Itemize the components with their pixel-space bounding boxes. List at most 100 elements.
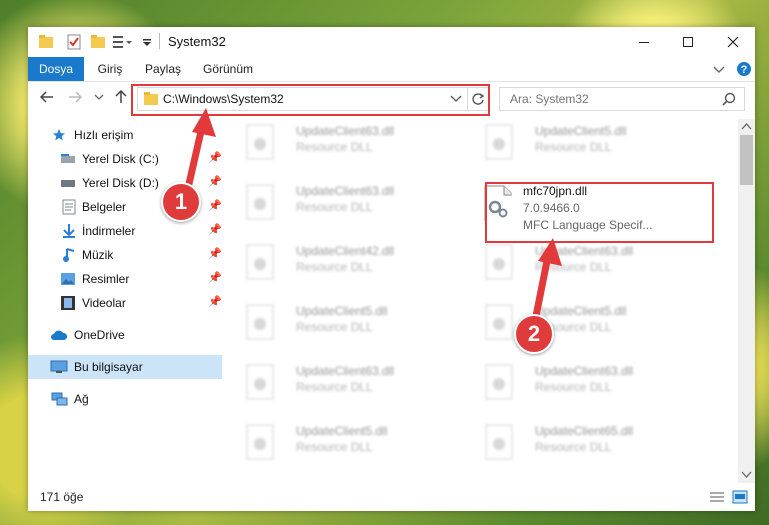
- up-arrow-icon: [115, 89, 127, 103]
- list-item[interactable]: UpdateClient5.dll Resource DLL: [467, 119, 697, 173]
- file-description: Resource DLL: [535, 380, 612, 394]
- list-item[interactable]: UpdateClient63.dll Resource DLL: [467, 359, 697, 413]
- status-bar: 171 öğe: [28, 485, 755, 511]
- file-name: UpdateClient5.dll: [535, 124, 627, 138]
- step-1-badge: 1: [161, 182, 201, 222]
- ribbon-tabs: Dosya Giriş Paylaş Görünüm ?: [28, 57, 755, 82]
- scroll-up-icon[interactable]: [741, 122, 752, 130]
- svg-text:?: ?: [741, 64, 748, 76]
- dll-file-icon: [485, 364, 513, 400]
- tab-view[interactable]: Görünüm: [196, 57, 260, 81]
- dll-file-icon: [485, 424, 513, 460]
- minimize-button[interactable]: [622, 27, 666, 57]
- list-item[interactable]: UpdateClient5.dll Resource DLL: [467, 299, 697, 353]
- details-view-icon[interactable]: [709, 491, 725, 504]
- list-item[interactable]: UpdateClient63.dll Resource DLL: [228, 119, 458, 173]
- sidebar-item-pictures[interactable]: Resimler 📌: [28, 267, 222, 291]
- sidebar-label: OneDrive: [74, 328, 125, 342]
- sidebar-label: Hızlı erişim: [74, 128, 134, 142]
- properties-icon[interactable]: [66, 34, 82, 50]
- recent-locations-button[interactable]: [94, 90, 104, 108]
- back-button[interactable]: [39, 90, 54, 108]
- tiles-view-icon[interactable]: [732, 490, 748, 504]
- dropdown-arrow-icon[interactable]: [142, 34, 152, 50]
- tab-file[interactable]: Dosya: [28, 57, 84, 81]
- forward-button[interactable]: [68, 90, 83, 108]
- list-item[interactable]: UpdateClient63.dll Resource DLL: [228, 359, 458, 413]
- sidebar-label: Müzik: [82, 248, 114, 262]
- file-description: Resource DLL: [296, 200, 373, 214]
- up-button[interactable]: [114, 89, 128, 108]
- list-item[interactable]: UpdateClient65.dll Resource DLL: [467, 419, 697, 473]
- file-name: UpdateClient63.dll: [296, 364, 395, 378]
- file-name: UpdateClient63.dll: [296, 124, 395, 138]
- sidebar-label: Yerel Disk (D:): [82, 176, 159, 190]
- window-title: System32: [168, 34, 226, 49]
- drive-icon: [61, 154, 75, 163]
- maximize-button[interactable]: [666, 27, 710, 57]
- search-box[interactable]: [499, 87, 745, 111]
- file-name: UpdateClient42.dll: [296, 244, 395, 258]
- sidebar-item-onedrive[interactable]: OneDrive: [28, 323, 222, 347]
- folder-icon[interactable]: [38, 34, 54, 50]
- dll-file-icon: [246, 184, 274, 220]
- tab-share[interactable]: Paylaş: [140, 57, 186, 81]
- dll-file-icon: [485, 124, 513, 160]
- list-item[interactable]: UpdateClient5.dll Resource DLL: [228, 299, 458, 353]
- file-name: UpdateClient65.dll: [535, 424, 634, 438]
- close-icon: [727, 36, 739, 48]
- downloads-icon: [63, 224, 75, 238]
- sidebar-item-network[interactable]: Ağ: [28, 387, 222, 411]
- help-icon[interactable]: ?: [736, 61, 752, 77]
- list-item[interactable]: UpdateClient63.dll Resource DLL: [467, 239, 697, 293]
- file-description: Resource DLL: [296, 380, 373, 394]
- sidebar-label: Belgeler: [82, 200, 127, 214]
- sidebar-label: Yerel Disk (C:): [82, 152, 159, 166]
- file-description: Resource DLL: [296, 260, 373, 274]
- network-icon: [51, 392, 68, 406]
- file-name: UpdateClient63.dll: [296, 184, 395, 198]
- pin-icon[interactable]: 📌: [208, 247, 222, 260]
- new-folder-icon[interactable]: [90, 34, 106, 50]
- chevron-down-icon: [94, 94, 104, 100]
- vertical-scrollbar[interactable]: [738, 119, 755, 483]
- list-item[interactable]: UpdateClient5.dll Resource DLL: [228, 419, 458, 473]
- list-item[interactable]: UpdateClient63.dll Resource DLL: [228, 179, 458, 233]
- computer-icon: [50, 360, 68, 373]
- search-icon[interactable]: [722, 92, 736, 106]
- title-separator: [159, 33, 160, 49]
- scrollbar-thumb[interactable]: [740, 135, 753, 185]
- pin-icon[interactable]: 📌: [208, 295, 222, 308]
- search-input[interactable]: [508, 91, 712, 107]
- dll-file-icon: [485, 244, 513, 280]
- sidebar-label: Resimler: [82, 272, 130, 286]
- close-button[interactable]: [711, 27, 755, 57]
- file-name: UpdateClient5.dll: [296, 304, 388, 318]
- sidebar-label: İndirmeler: [82, 224, 136, 238]
- star-icon: [53, 129, 65, 141]
- maximize-icon: [683, 37, 693, 47]
- file-description: Resource DLL: [296, 320, 373, 334]
- scroll-down-icon[interactable]: [741, 471, 752, 479]
- sidebar-item-downloads[interactable]: İndirmeler 📌: [28, 219, 222, 243]
- file-highlight: [485, 182, 714, 243]
- file-description: Resource DLL: [296, 440, 373, 454]
- drive-icon: [61, 180, 75, 187]
- expand-ribbon-icon[interactable]: [713, 64, 725, 74]
- title-bar: System32: [28, 27, 755, 57]
- pin-icon[interactable]: 📌: [208, 223, 222, 236]
- forward-arrow-icon: [69, 91, 83, 103]
- sidebar-item-this-pc[interactable]: Bu bilgisayar: [28, 355, 222, 379]
- cloud-icon: [51, 330, 68, 340]
- customize-toolbar-icon[interactable]: [112, 34, 132, 50]
- item-count: 171 öğe: [40, 490, 84, 504]
- list-item[interactable]: UpdateClient42.dll Resource DLL: [228, 239, 458, 293]
- file-list: UpdateClient63.dll Resource DLL UpdateCl…: [228, 119, 737, 483]
- tab-home[interactable]: Giriş: [90, 57, 130, 81]
- sidebar-item-music[interactable]: Müzik 📌: [28, 243, 222, 267]
- dll-file-icon: [246, 124, 274, 160]
- documents-icon: [62, 199, 76, 215]
- pin-icon[interactable]: 📌: [208, 271, 222, 284]
- file-name: UpdateClient63.dll: [535, 364, 634, 378]
- sidebar-item-videos[interactable]: Videolar 📌: [28, 291, 222, 315]
